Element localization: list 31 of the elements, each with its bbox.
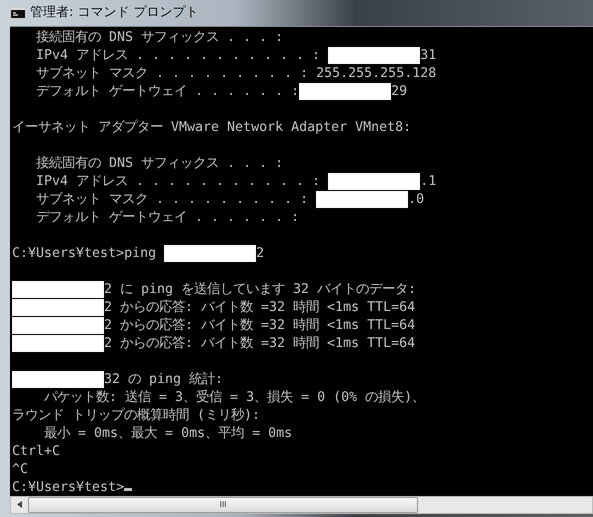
console-text: Ctrl+C (12, 444, 60, 459)
console-text: デフォルト ゲートウェイ . . . . . . : (35, 210, 300, 225)
console-text: .0 (408, 192, 424, 207)
console-text: IPv4 アドレス . . . . . . . . . . . : (35, 174, 322, 189)
console-icon (10, 7, 26, 19)
text-cursor (124, 488, 132, 491)
left-arrow-icon (17, 501, 22, 508)
console-text: デフォルト ゲートウェイ . . . . . . : (35, 84, 300, 99)
scrollbar-thumb[interactable]: III (28, 497, 418, 513)
console-text: ラウンド トリップの概算時間 (ミリ秒): (12, 408, 260, 423)
console-text: ^C (12, 462, 28, 477)
console-text: 最小 = 0ms、最大 = 0ms、平均 = 0ms (43, 426, 292, 441)
window-title: 管理者: コマンド プロンプト (30, 4, 199, 22)
console-text: サブネット マスク . . . . . . . . . : 255.255.255.128 (35, 66, 436, 81)
console-text: C:¥Users¥test> (12, 480, 124, 495)
console-text: .1 (420, 174, 436, 189)
console-text: 2 からの応答: バイト数 =32 時間 <1ms TTL=64 (104, 318, 416, 333)
console-text: イーサネット アダプター VMware Network Adapter VMnet8: (12, 120, 412, 135)
console-text: パケット数: 送信 = 3、受信 = 3、損失 = 0 (0% の損失)、 (43, 390, 426, 405)
console-text: 29 (391, 84, 408, 99)
console-text: C:¥Users¥test>ping (12, 246, 158, 261)
console-text: 接続固有の DNS サフィックス . . . : (35, 156, 284, 171)
console-text: 接続固有の DNS サフィックス . . . : (35, 30, 284, 45)
console-text: 31 (420, 48, 436, 63)
console-text: IPv4 アドレス . . . . . . . . . . . : (35, 48, 322, 63)
console-text: サブネット マスク . . . . . . . . . : (35, 192, 310, 207)
console-text: 2 からの応答: バイト数 =32 時間 <1ms TTL=64 (104, 300, 416, 315)
console-text: 2 からの応答: バイト数 =32 時間 <1ms TTL=64 (104, 336, 416, 351)
console-text: 2 に ping を送信しています 32 バイトのデータ: (104, 282, 416, 297)
console-text: 32 の ping 統計: (104, 372, 224, 387)
console-text: 2 (256, 246, 264, 261)
